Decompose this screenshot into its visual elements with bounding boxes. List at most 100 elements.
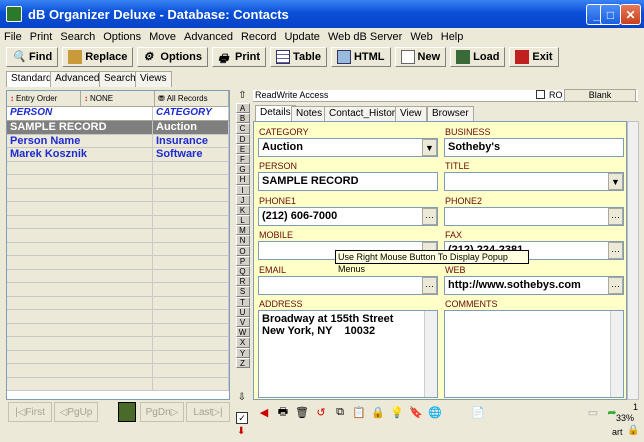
blank-button[interactable]: Blank <box>564 89 636 102</box>
undo-icon[interactable]: ↺ <box>313 404 329 420</box>
exit-button[interactable]: Exit <box>509 47 559 67</box>
alphabet-letter-w[interactable]: W <box>235 327 250 338</box>
bookmark-icon[interactable]: ⬇ <box>237 426 247 440</box>
alphabet-letter-d[interactable]: D <box>235 133 250 144</box>
tab-notes[interactable]: Notes <box>291 106 328 122</box>
alphabet-letter-t[interactable]: T <box>235 296 250 307</box>
menu-print[interactable]: Print <box>30 31 53 43</box>
find-button[interactable]: 🔍 Find <box>6 47 59 67</box>
pgdn-button[interactable]: PgDn ▷ <box>140 402 184 422</box>
alphabet-letter-v[interactable]: V <box>235 316 250 328</box>
table-row[interactable]: SAMPLE RECORD Auction <box>7 121 229 135</box>
alphabet-letter-l[interactable]: L <box>235 215 250 226</box>
paste-record-icon[interactable]: 📋 <box>351 404 367 420</box>
scroll-down-icon[interactable]: ⇩ <box>235 393 249 403</box>
alphabet-letter-o[interactable]: O <box>235 245 250 256</box>
tab-view[interactable]: View <box>395 106 427 122</box>
report-icon[interactable]: 📄 <box>470 404 486 420</box>
tab-views[interactable]: Views <box>135 71 172 87</box>
menu-search[interactable]: Search <box>60 31 95 43</box>
scroll-up-icon[interactable]: ⇧ <box>238 90 246 103</box>
alphabet-letter-i[interactable]: I <box>235 184 250 195</box>
ro-checkbox[interactable] <box>536 90 545 99</box>
business-field[interactable]: Sotheby's <box>444 138 624 157</box>
alphabet-letter-s[interactable]: S <box>235 286 250 297</box>
first-button[interactable]: |◁ First <box>8 402 52 422</box>
menu-web-db-server[interactable]: Web dB Server <box>328 31 402 43</box>
table-button[interactable]: Table <box>270 47 327 67</box>
copy-record-icon[interactable]: ⧉ <box>332 404 348 420</box>
alphabet-letter-b[interactable]: B <box>235 113 250 124</box>
person-field[interactable]: SAMPLE RECORD <box>258 172 438 191</box>
sort-entry-order[interactable]: ↕ Entry Order <box>7 91 81 106</box>
address-field[interactable]: Broadway at 155th Street New York, NY 10… <box>258 310 438 398</box>
menu-file[interactable]: File <box>4 31 22 43</box>
filter-all-records[interactable]: ⛃ All Records <box>155 91 229 106</box>
alphabet-letter-c[interactable]: C <box>235 123 250 134</box>
alphabet-letter-z[interactable]: Z <box>235 357 250 368</box>
tab-standard[interactable]: Standard <box>6 71 57 87</box>
options-button[interactable]: ⚙ Options <box>137 47 208 67</box>
menu-web[interactable]: Web <box>410 31 432 43</box>
phone2-field[interactable] <box>444 207 624 226</box>
address-scrollbar[interactable] <box>424 311 437 397</box>
maximize-button[interactable]: □ <box>600 4 621 25</box>
menu-advanced[interactable]: Advanced <box>184 31 233 43</box>
pgup-button[interactable]: ◁ PgUp <box>54 402 98 422</box>
comments-scrollbar[interactable] <box>610 311 623 397</box>
table-row[interactable]: Person Name Insurance <box>7 134 229 148</box>
globe-icon[interactable]: 🌐 <box>427 404 443 420</box>
alphabet-letter-y[interactable]: Y <box>235 347 250 358</box>
print-icon[interactable]: 🖶 <box>275 404 291 420</box>
tab-advanced[interactable]: Advanced <box>50 71 105 87</box>
alphabet-letter-a[interactable]: A <box>235 103 250 114</box>
html-button[interactable]: HTML <box>330 47 391 67</box>
title-select[interactable] <box>444 172 624 191</box>
alphabet-letter-j[interactable]: J <box>235 194 250 205</box>
chevron-down-icon[interactable]: ▼ <box>608 173 623 190</box>
menu-help[interactable]: Help <box>441 31 464 43</box>
close-button[interactable]: ✕ <box>620 4 641 25</box>
email-field[interactable] <box>258 276 438 295</box>
menu-options[interactable]: Options <box>103 31 141 43</box>
tab-browser[interactable]: Browser <box>427 106 474 122</box>
last-button[interactable]: Last ▷| <box>186 402 230 422</box>
web-field[interactable]: http://www.sothebys.com <box>444 276 624 295</box>
more-icon[interactable]: ··· <box>608 242 623 259</box>
load-button[interactable]: Load <box>450 47 506 67</box>
bookmark-icon[interactable]: 🔖 <box>408 404 424 420</box>
alphabet-letter-e[interactable]: E <box>235 143 250 154</box>
form-scrollbar[interactable] <box>627 121 639 400</box>
check-box[interactable]: ✓ <box>236 412 248 424</box>
bulb-icon[interactable]: 💡 <box>389 404 405 420</box>
alphabet-letter-g[interactable]: G <box>235 164 250 175</box>
alphabet-letter-n[interactable]: N <box>235 235 250 246</box>
record-grid-icon[interactable] <box>118 402 136 422</box>
replace-button[interactable]: Replace <box>62 47 134 67</box>
phone1-field[interactable]: (212) 606-7000 <box>258 207 438 226</box>
alphabet-letter-r[interactable]: R <box>235 276 250 287</box>
alphabet-letter-x[interactable]: X <box>235 337 250 348</box>
more-icon[interactable]: ··· <box>608 208 623 225</box>
tab-details[interactable]: Details <box>255 105 296 121</box>
alphabet-letter-m[interactable]: M <box>235 225 250 236</box>
comments-field[interactable] <box>444 310 624 398</box>
alphabet-letter-h[interactable]: H <box>235 174 250 185</box>
alphabet-letter-f[interactable]: F <box>235 153 250 165</box>
category-select[interactable]: Auction <box>258 138 438 157</box>
tab-contact-history[interactable]: Contact_History <box>324 106 406 122</box>
sort-none[interactable]: ↕ NONE <box>81 91 155 106</box>
alphabet-letter-u[interactable]: U <box>235 306 250 317</box>
table-row[interactable]: Marek Kosznik Software <box>7 148 229 162</box>
menu-record[interactable]: Record <box>241 31 276 43</box>
alphabet-letter-q[interactable]: Q <box>235 266 250 277</box>
more-icon[interactable]: ··· <box>422 208 437 225</box>
column-category[interactable]: CATEGORY <box>153 107 229 120</box>
print-button[interactable]: 🖶 Print <box>211 47 267 67</box>
new-button[interactable]: New <box>394 47 447 67</box>
trash-icon[interactable]: 🗑 <box>294 404 310 420</box>
lock-icon[interactable]: 🔒 <box>370 404 386 420</box>
back-arrow-icon[interactable]: ◀ <box>256 404 272 420</box>
alphabet-letter-k[interactable]: K <box>235 204 250 216</box>
more-icon[interactable]: ··· <box>608 277 623 294</box>
